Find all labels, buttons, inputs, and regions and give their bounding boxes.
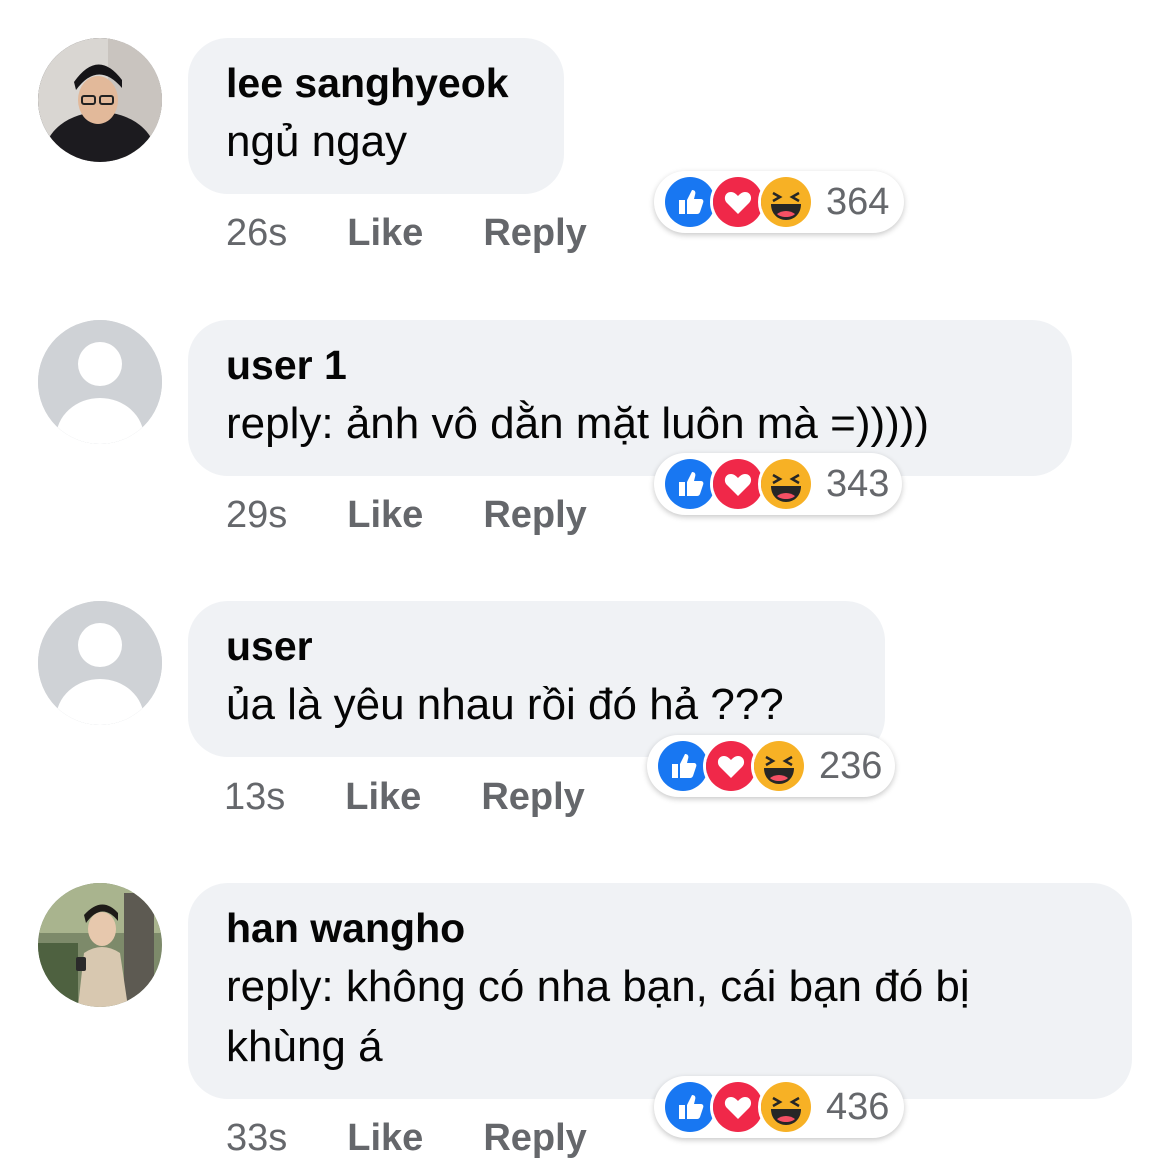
like-button[interactable]: Like [347,1115,423,1161]
haha-icon [758,456,814,512]
comment-actions: 29s Like Reply [226,492,587,538]
comment-bubble: user ủa là yêu nhau rồi đó hả ??? [188,601,885,757]
comment-actions: 26s Like Reply [226,210,587,256]
avatar[interactable] [38,883,162,1007]
comment-actions: 13s Like Reply [224,774,585,820]
reply-button[interactable]: Reply [483,210,586,256]
timestamp[interactable]: 29s [226,492,287,538]
like-button[interactable]: Like [347,492,423,538]
reply-button[interactable]: Reply [483,492,586,538]
reaction-summary[interactable]: 364 [654,171,904,233]
avatar[interactable] [38,320,162,444]
reaction-count: 364 [826,180,890,223]
haha-icon [758,174,814,230]
like-button[interactable]: Like [347,210,423,256]
avatar[interactable] [38,601,162,725]
timestamp[interactable]: 26s [226,210,287,256]
comment-actions: 33s Like Reply [226,1115,587,1161]
default-avatar-icon [38,320,162,444]
reply-button[interactable]: Reply [483,1115,586,1161]
reaction-summary[interactable]: 236 [647,735,895,797]
reaction-summary[interactable]: 343 [654,453,902,515]
reply-button[interactable]: Reply [481,774,584,820]
timestamp[interactable]: 33s [226,1115,287,1161]
profile-photo [38,883,162,1007]
avatar[interactable] [38,38,162,162]
like-button[interactable]: Like [345,774,421,820]
reaction-count: 436 [826,1085,890,1128]
timestamp[interactable]: 13s [224,774,285,820]
reaction-summary[interactable]: 436 [654,1076,904,1138]
commenter-name[interactable]: han wangho [226,903,1094,953]
reaction-count: 343 [826,462,890,505]
comment-text: ngủ ngay [226,117,408,166]
haha-icon [758,1079,814,1135]
comment-text: reply: ảnh vô dằn mặt luôn mà =))))) [226,399,930,448]
commenter-name[interactable]: user 1 [226,340,1034,390]
haha-icon [751,738,807,794]
reaction-count: 236 [819,744,883,787]
commenter-name[interactable]: lee sanghyeok [226,58,526,108]
comment-text: ủa là yêu nhau rồi đó hả ??? [226,680,784,729]
profile-photo [38,38,162,162]
comment-text: reply: không có nha bạn, cái bạn đó bị k… [226,962,970,1071]
default-avatar-icon [38,601,162,725]
comment-bubble: user 1 reply: ảnh vô dằn mặt luôn mà =))… [188,320,1072,476]
commenter-name[interactable]: user [226,621,847,671]
comment-bubble: lee sanghyeok ngủ ngay [188,38,564,194]
comment-bubble: han wangho reply: không có nha bạn, cái … [188,883,1132,1099]
